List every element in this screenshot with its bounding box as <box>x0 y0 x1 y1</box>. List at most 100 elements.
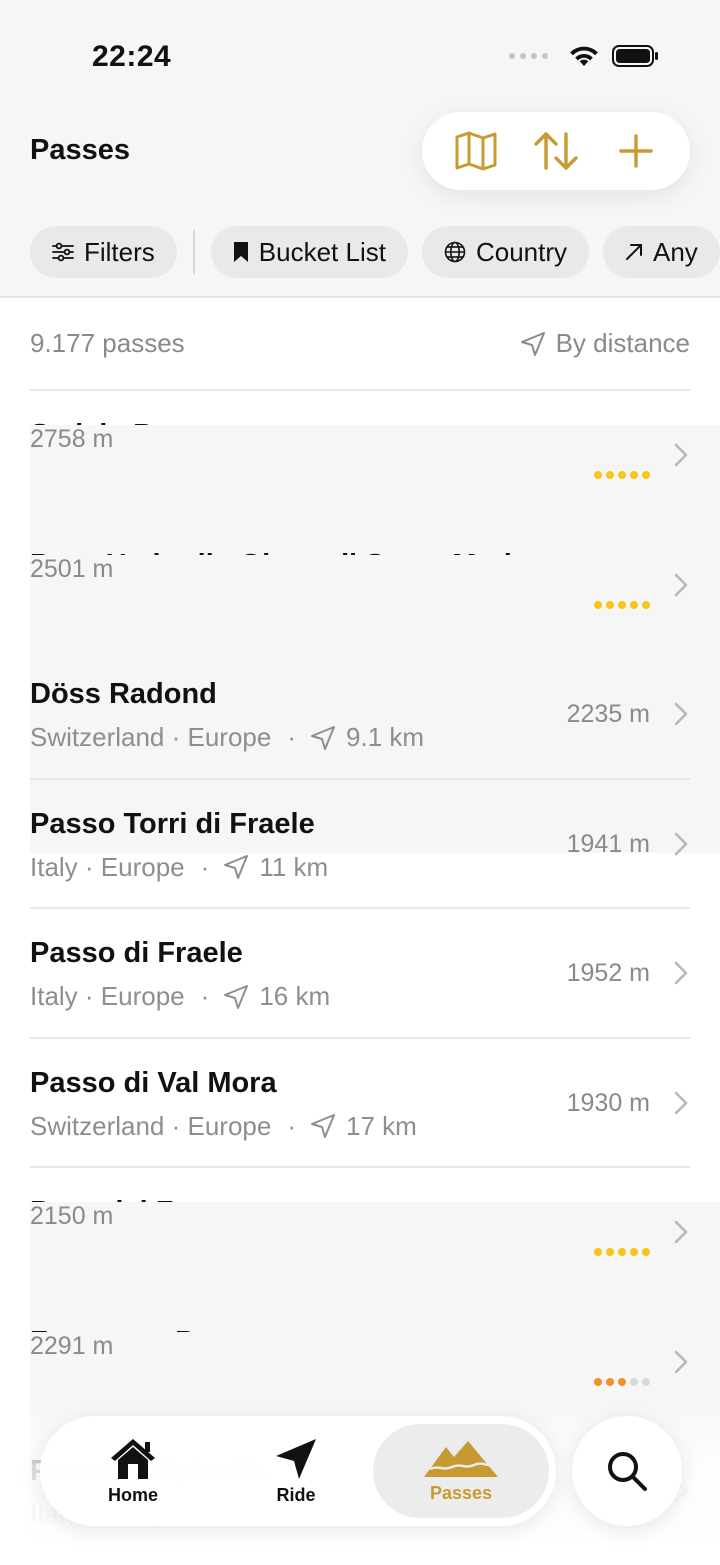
rating-dot <box>606 1248 614 1256</box>
sort-mode-button[interactable]: By distance <box>520 328 690 359</box>
rating-dot <box>594 471 602 479</box>
tab-home[interactable]: Home <box>58 1424 208 1518</box>
battery-icon <box>612 45 658 67</box>
wifi-icon <box>570 46 598 66</box>
chevron-right-icon <box>674 1220 688 1249</box>
pass-row[interactable]: Döss Radond Switzerland · Europe · 9.1 km 22… <box>30 650 690 780</box>
rating-dot <box>618 1248 626 1256</box>
tab-home-label: Home <box>107 1484 158 1505</box>
sort-button[interactable] <box>521 116 591 186</box>
pass-row[interactable]: Stelvio PassItaly · Europe·15 m2758 m <box>30 391 720 723</box>
rating-dot <box>630 600 638 609</box>
rating-dot <box>594 600 602 609</box>
location-arrow-icon <box>223 984 249 1010</box>
chip-divider <box>192 230 195 274</box>
pass-name: Passo di Fraele <box>30 937 243 969</box>
pass-row[interactable]: Passo Torri di Fraele Italy · Europe · 11 k… <box>30 780 690 909</box>
rating-dot <box>642 600 650 609</box>
country-chip[interactable]: Country <box>421 226 589 278</box>
pass-region: Switzerland · Europe <box>30 1110 272 1141</box>
pass-list: Stelvio PassItaly · Europe·15 m2758 mPas… <box>30 391 720 1565</box>
filters-chip[interactable]: Filters <box>30 226 177 278</box>
pass-elevation: 1941 m <box>566 829 650 858</box>
rating-dot <box>618 1377 626 1386</box>
sort-mode-label: By distance <box>555 328 690 358</box>
pass-meta: Italy · Europe · 11 km <box>30 852 328 883</box>
arrow-up-right-icon <box>626 244 642 260</box>
rating-dot <box>642 1248 650 1256</box>
search-button[interactable] <box>572 1416 682 1526</box>
bucket-list-chip[interactable]: Bucket List <box>210 226 408 278</box>
meta-separator: · <box>200 851 210 882</box>
chevron-right-icon <box>674 443 688 472</box>
pass-rating <box>594 600 650 609</box>
pass-meta: Switzerland · Europe · 17 km <box>30 1111 417 1142</box>
chevron-right-icon <box>674 961 688 990</box>
pass-name: Passo di Val Mora <box>30 1066 277 1099</box>
pass-region: Italy · Europe <box>30 851 185 882</box>
pass-region: Switzerland · Europe <box>30 722 272 752</box>
rating-dot <box>630 471 638 479</box>
app-root: 22:24 Passes Filters Bucket List Country… <box>0 0 720 1565</box>
pass-elevation: 1930 m <box>566 1088 650 1117</box>
location-arrow-icon <box>310 1113 336 1139</box>
rating-dot <box>642 1377 650 1386</box>
pass-count: 9.177 passes <box>30 328 185 358</box>
pass-row[interactable]: Pass dal FuornSwitzerland · Europe·17 km… <box>30 1168 720 1500</box>
globe-icon <box>444 241 466 263</box>
pass-row[interactable]: Passo di Fraele Italy · Europe · 16 km 1952 … <box>30 909 690 1039</box>
pass-rating <box>594 1248 650 1256</box>
pass-row[interactable]: Passo di Val Mora Switzerland · Europe · 17… <box>30 1039 690 1168</box>
rating-dot <box>642 471 650 479</box>
bookmark-icon <box>233 242 248 262</box>
pass-distance: 16 km <box>259 981 331 1011</box>
map-icon <box>455 131 497 171</box>
tab-passes[interactable]: Passes <box>373 1424 549 1518</box>
pass-row[interactable]: Pass Umbrail - Giogo di Santa MariaSwitz… <box>30 521 720 853</box>
search-icon <box>608 1452 647 1491</box>
country-chip-label: Country <box>475 236 567 267</box>
pass-distance: 9.1 km <box>346 722 425 752</box>
location-arrow-icon <box>520 331 545 356</box>
location-arrow-icon <box>310 725 336 751</box>
meta-separator: · <box>287 1110 297 1141</box>
map-button[interactable] <box>441 116 511 186</box>
pass-name: Passo Torri di Fraele <box>30 807 315 840</box>
status-time: 22:24 <box>92 40 172 73</box>
rating-dot <box>618 600 626 609</box>
chevron-right-icon <box>674 702 688 731</box>
plus-icon <box>619 134 653 168</box>
location-arrow-icon <box>223 854 249 880</box>
add-button[interactable] <box>601 116 671 186</box>
pass-region: Italy · Europe <box>30 981 185 1011</box>
top-divider <box>0 296 720 298</box>
meta-separator: · <box>287 722 297 752</box>
navigation-arrow-icon <box>276 1438 316 1479</box>
filters-chip-label: Filters <box>84 236 155 267</box>
pass-elevation: 1952 m <box>566 959 650 987</box>
mountains-icon <box>424 1440 498 1477</box>
pass-meta: Switzerland · Europe · 9.1 km <box>30 722 424 753</box>
bucket-list-chip-label: Bucket List <box>258 236 386 267</box>
filter-chips: Filters Bucket List Country Any <box>30 226 720 278</box>
rating-dot <box>618 471 626 479</box>
sort-arrows-icon <box>534 132 578 170</box>
meta-separator: · <box>200 981 210 1011</box>
rating-dot <box>606 600 614 609</box>
any-chip-label: Any <box>653 236 698 267</box>
any-chip[interactable]: Any <box>603 226 720 278</box>
top-bar: 22:24 Passes Filters Bucket List Country… <box>0 0 720 298</box>
pass-elevation: 2235 m <box>566 700 650 728</box>
pass-meta: Italy · Europe · 16 km <box>30 981 330 1012</box>
rating-dot <box>594 1248 602 1256</box>
rating-dot <box>630 1377 638 1386</box>
chevron-right-icon <box>674 1350 688 1379</box>
pass-distance: 17 km <box>346 1110 417 1141</box>
house-icon <box>111 1438 155 1479</box>
tab-ride[interactable]: Ride <box>221 1424 371 1518</box>
tab-passes-label: Passes <box>429 1482 493 1503</box>
list-header: 9.177 passes By distance <box>30 328 690 359</box>
rating-dot <box>606 1377 614 1386</box>
toolbar <box>422 112 690 190</box>
pass-rating <box>594 471 650 479</box>
